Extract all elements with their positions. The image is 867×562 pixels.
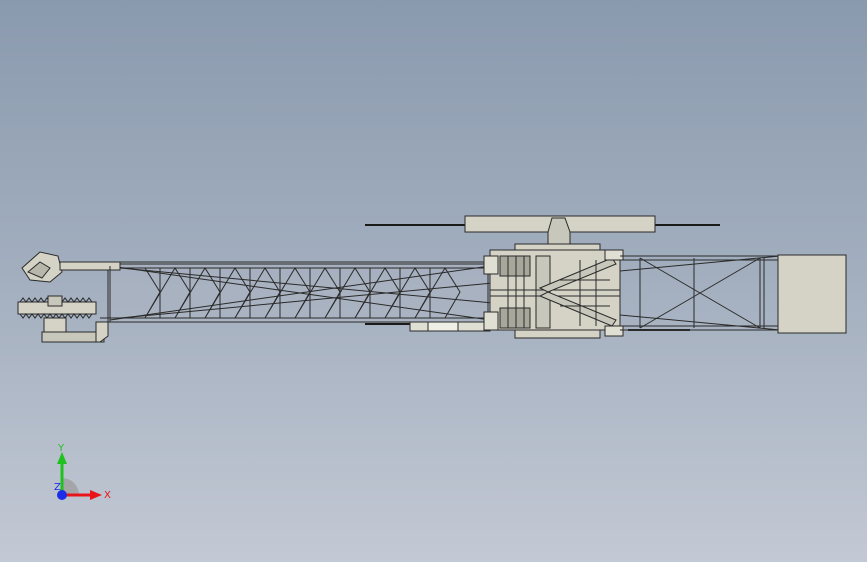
x-axis-label: X: [104, 490, 111, 501]
boom-lattice: [60, 255, 781, 331]
x-axis-arrow: [90, 490, 102, 500]
z-axis-label: Z: [54, 482, 61, 493]
cad-viewport[interactable]: Y X Z: [0, 0, 867, 562]
crane-boom-model[interactable]: [0, 0, 867, 562]
counterweight-block: [777, 254, 847, 334]
orientation-triad[interactable]: Y X Z: [40, 440, 120, 510]
tip-connector: [59, 261, 121, 271]
turntable-body: [483, 243, 624, 339]
rear-frame: [620, 255, 780, 331]
y-axis-label: Y: [57, 443, 65, 454]
lower-cylinder-body: [427, 321, 459, 332]
